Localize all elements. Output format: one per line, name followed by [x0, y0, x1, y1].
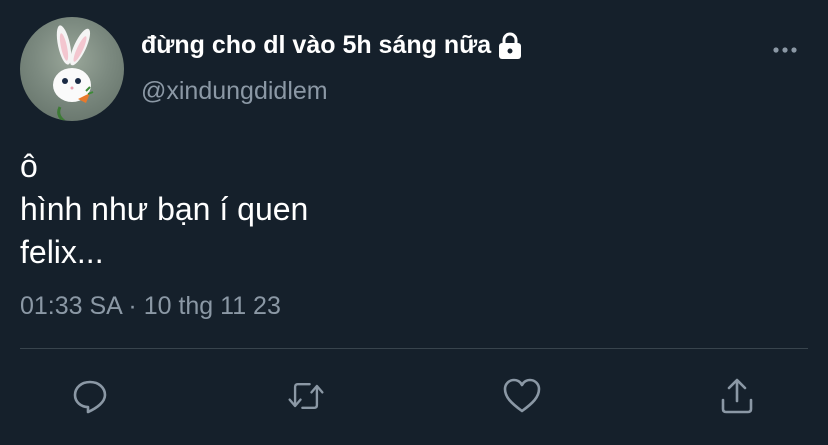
lock-icon	[499, 32, 522, 59]
heart-icon	[503, 378, 541, 413]
tweet-text-line: felix...	[20, 234, 104, 270]
avatar[interactable]	[20, 17, 124, 121]
display-name-row[interactable]: đừng cho dl vào 5h sáng nữa	[141, 31, 523, 60]
retweet-icon	[288, 383, 324, 409]
share-button[interactable]	[717, 376, 757, 416]
more-options-icon[interactable]	[770, 40, 800, 60]
bunny-icon	[53, 25, 94, 121]
tweet-text-line: ô	[20, 148, 38, 184]
retweet-button[interactable]	[286, 376, 326, 416]
share-icon	[721, 378, 753, 414]
user-handle[interactable]: @xindungdidlem	[141, 77, 328, 106]
reply-button[interactable]	[70, 376, 110, 416]
tweet-text-line: hình như bạn í quen	[20, 191, 309, 227]
tweet-timestamp[interactable]: 01:33 SA · 10 thg 11 23	[20, 292, 281, 321]
divider	[20, 348, 808, 349]
like-button[interactable]	[502, 376, 542, 416]
reply-icon	[73, 380, 107, 414]
tweet-text: ô hình như bạn í quen felix...	[20, 145, 308, 274]
display-name[interactable]: đừng cho dl vào 5h sáng nữa	[141, 31, 491, 60]
